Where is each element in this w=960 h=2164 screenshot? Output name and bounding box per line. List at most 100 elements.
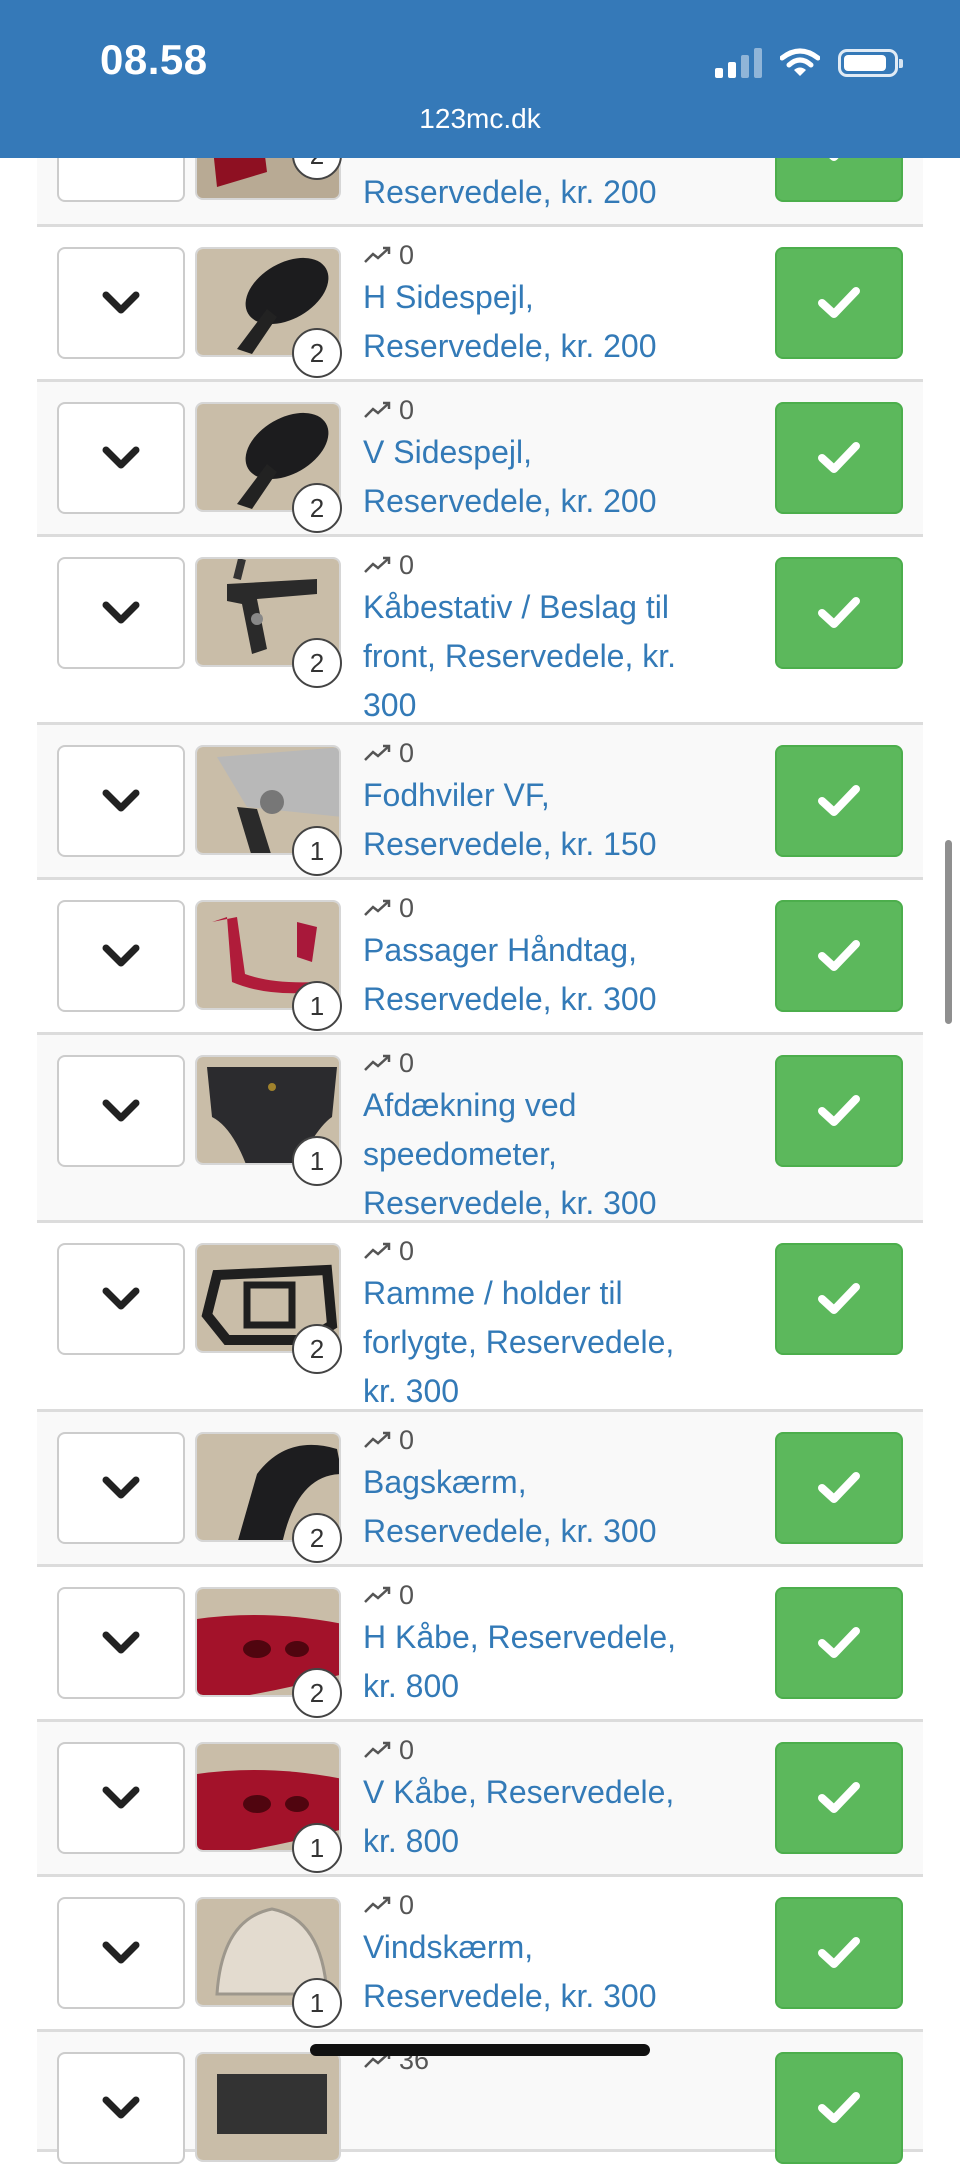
item-title-link[interactable]: H Sidespejl, Reservedele, kr. 200 [363,273,713,371]
item-title-link[interactable]: Ramme / holder til forlygte, Reservedele,… [363,1269,713,1416]
item-title-link[interactable]: V Sidespejl, Reservedele, kr. 200 [363,428,713,526]
item-title-link[interactable]: H Kåbe, Reservedele, kr. 800 [363,1613,713,1711]
cellular-signal-icon [715,48,762,78]
checkmark-icon [818,2092,860,2123]
item-title-link[interactable]: Kåbestativ / Beslag til front, Reservedel… [363,583,713,730]
expand-button[interactable] [57,1742,185,1854]
expand-button[interactable] [57,557,185,669]
expand-button[interactable] [57,900,185,1012]
image-count-badge: 2 [292,483,342,533]
home-indicator[interactable] [310,2044,650,2056]
confirm-button[interactable] [775,1055,903,1167]
expand-button[interactable] [57,1432,185,1544]
item-title-line: Kåbestativ / Beslag til [363,589,669,625]
item-title-line: kr. 800 [363,1823,460,1859]
page-url[interactable]: 123mc.dk [0,103,960,135]
confirm-button[interactable] [775,402,903,514]
scrollbar[interactable] [945,840,952,1024]
battery-icon [838,49,903,77]
item-info: 0 Passager Håndtag, Reservedele, kr. 300 [363,890,713,1024]
expand-button[interactable] [57,745,185,857]
status-icons [715,48,903,78]
item-title-link[interactable]: V Kåbe, Reservedele, kr. 800 [363,1768,713,1866]
item-title-line: Reservedele, kr. 300 [363,1513,657,1549]
item-title-link[interactable]: Fodhviler VF, Reservedele, kr. 150 [363,771,713,869]
item-title-link[interactable]: Reservedele, kr. 200 [363,168,713,217]
item-title-line: V Kåbe, Reservedele, [363,1774,675,1810]
item-info: 0 Vindskærm, Reservedele, kr. 300 [363,1887,713,2021]
checkmark-icon [818,1937,860,1968]
item-info: 0 H Kåbe, Reservedele, kr. 800 [363,1577,713,1711]
views-stat: 0 [363,1732,713,1768]
confirm-button[interactable] [775,745,903,857]
checkmark-icon [818,940,860,971]
list-item: 1 0 Afdækning ved speedometer, Reservedele, … [37,1035,923,1223]
trend-icon [364,1431,391,1448]
expand-button[interactable] [57,1897,185,2009]
list-item: 2 0 Ramme / holder til forlygte, Reservedel… [37,1223,923,1412]
trend-icon [364,1741,391,1758]
views-count: 0 [399,1735,415,1765]
views-count: 0 [399,1048,415,1078]
image-count-badge: 1 [292,1136,342,1186]
confirm-button[interactable] [775,1897,903,2009]
chevron-down-icon [102,446,140,469]
chevron-down-icon [102,789,140,812]
list-item: 1 0 V Kåbe, Reservedele, kr. 800 [37,1722,923,1877]
chevron-down-icon [102,1099,140,1122]
expand-button[interactable] [57,2052,185,2164]
item-title-line: Reservedele, kr. 200 [363,328,657,364]
confirm-button[interactable] [775,900,903,1012]
item-info: 0 V Sidespejl, Reservedele, kr. 200 [363,392,713,526]
item-title-line: Reservedele, kr. 200 [363,174,657,210]
expand-button[interactable] [57,1243,185,1355]
checkmark-icon [818,1627,860,1658]
expand-button[interactable] [57,247,185,359]
confirm-button[interactable] [775,1432,903,1544]
views-count: 0 [399,1425,415,1455]
trend-icon [364,401,391,418]
item-title-line: Ramme / holder til [363,1275,623,1311]
trend-icon [364,1054,391,1071]
views-count: 0 [399,1580,415,1610]
image-count-badge: 1 [292,1978,342,2028]
chevron-down-icon [102,1287,140,1310]
product-thumbnail[interactable] [195,2052,341,2162]
checkmark-icon [818,1472,860,1503]
item-info: 0 Fodhviler VF, Reservedele, kr. 150 [363,735,713,869]
item-info: 0 Bagskærm, Reservedele, kr. 300 [363,1422,713,1556]
image-count-badge: 2 [292,1324,342,1374]
checkmark-icon [818,785,860,816]
views-count: 0 [399,738,415,768]
item-title-link[interactable]: Bagskærm, Reservedele, kr. 300 [363,1458,713,1556]
expand-button[interactable] [57,1055,185,1167]
item-title-line: Bagskærm, [363,1464,527,1500]
list-item: 1 0 Fodhviler VF, Reservedele, kr. 150 [37,725,923,880]
confirm-button[interactable] [775,1243,903,1355]
trend-icon [364,246,391,263]
image-count-badge: 1 [292,826,342,876]
item-title-line: Reservedele, kr. 300 [363,1185,657,1221]
item-title-link[interactable]: Passager Håndtag, Reservedele, kr. 300 [363,926,713,1024]
item-title-line: Fodhviler VF, [363,777,550,813]
checkmark-icon [818,1782,860,1813]
confirm-button[interactable] [775,557,903,669]
item-title-link[interactable]: Vindskærm, Reservedele, kr. 300 [363,1923,713,2021]
item-title-line: Reservedele, kr. 150 [363,826,657,862]
checkmark-icon [818,597,860,628]
expand-button[interactable] [57,402,185,514]
item-title-line: V Sidespejl, [363,434,532,470]
confirm-button[interactable] [775,247,903,359]
item-title-link[interactable]: Afdækning ved speedometer, Reservedele, kr… [363,1081,713,1228]
confirm-button[interactable] [775,2052,903,2164]
chevron-down-icon [102,1476,140,1499]
item-title-line: Passager Håndtag, [363,932,637,968]
expand-button[interactable] [57,1587,185,1699]
trend-icon [364,1896,391,1913]
chevron-down-icon [102,291,140,314]
confirm-button[interactable] [775,1742,903,1854]
trend-icon [364,744,391,761]
item-title-line: kr. 300 [363,1373,460,1409]
list-item: 2 0 H Kåbe, Reservedele, kr. 800 [37,1567,923,1722]
confirm-button[interactable] [775,1587,903,1699]
